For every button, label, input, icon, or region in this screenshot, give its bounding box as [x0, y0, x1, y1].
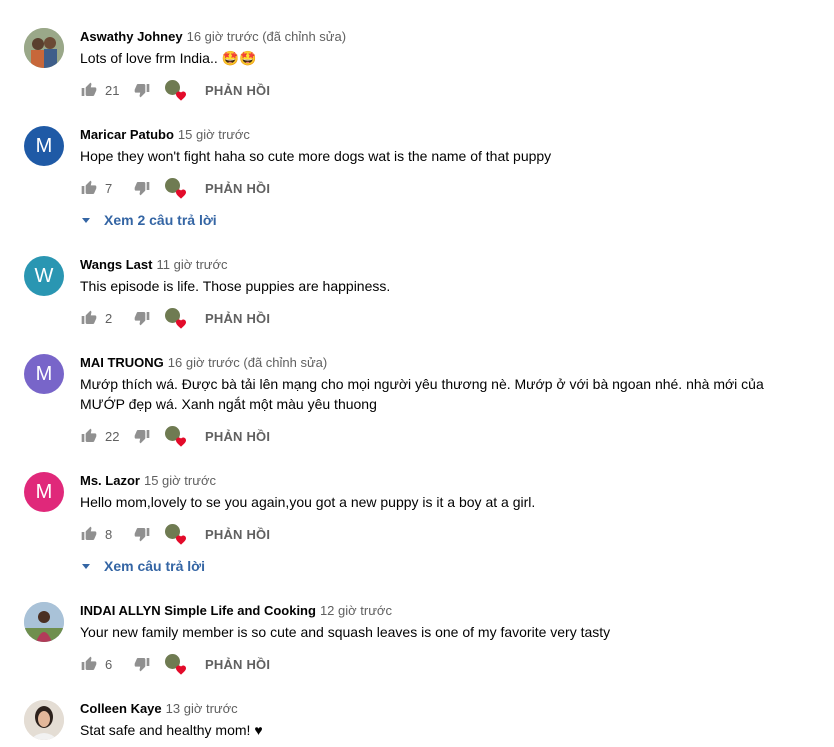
thumbs-down-icon[interactable] [133, 655, 151, 673]
comment-time[interactable]: 16 giờ trước (đã chỉnh sửa) [187, 29, 346, 44]
thumbs-down-icon[interactable] [133, 427, 151, 445]
avatar-letter: M [35, 134, 53, 157]
comment-time[interactable]: 13 giờ trước [166, 701, 238, 716]
view-replies-button[interactable]: Xem 2 câu trả lời [80, 210, 794, 230]
reply-button[interactable]: PHẢN HỒI [205, 83, 270, 98]
reply-button[interactable]: PHẢN HỒI [205, 429, 270, 444]
comment-author[interactable]: Maricar Patubo [80, 127, 174, 142]
comment-text: Mướp thích wá. Được bà tải lên mạng cho … [80, 376, 764, 412]
thumbs-up-icon[interactable] [80, 309, 98, 327]
creator-heart-icon [165, 308, 186, 329]
creator-heart-icon [165, 524, 186, 545]
avatar[interactable] [24, 700, 64, 740]
view-replies-label: Xem câu trả lời [104, 558, 205, 574]
comment-time[interactable]: 16 giờ trước (đã chỉnh sửa) [168, 355, 327, 370]
avatar[interactable]: M [24, 354, 64, 394]
thumbs-up-icon[interactable] [80, 179, 98, 197]
thumbs-down-icon[interactable] [133, 179, 151, 197]
caret-down-icon [82, 563, 90, 569]
comment-time[interactable]: 15 giờ trước [178, 127, 250, 142]
avatar[interactable]: W [24, 256, 64, 296]
view-replies-label: Xem 2 câu trả lời [104, 212, 217, 228]
caret-down-icon [82, 217, 90, 223]
avatar[interactable]: M [24, 472, 64, 512]
comment-text: Hope they won't fight haha so cute more … [80, 148, 552, 164]
avatar-letter: W [34, 264, 54, 287]
reply-button[interactable]: PHẢN HỒI [205, 657, 270, 672]
creator-heart-icon [165, 80, 186, 101]
thumbs-up-icon[interactable] [80, 525, 98, 543]
comment-time[interactable]: 11 giờ trước [156, 257, 227, 272]
like-count: 6 [105, 656, 113, 672]
avatar[interactable] [24, 602, 64, 642]
comment-author[interactable]: Wangs Last [80, 257, 152, 272]
comment-text: Your new family member is so cute and sq… [80, 624, 611, 640]
comment-text: Hello mom,lovely to se you again,you got… [80, 494, 536, 510]
thumbs-up-icon[interactable] [80, 655, 98, 673]
like-count: 2 [105, 310, 113, 326]
like-count: 22 [105, 428, 120, 444]
comment-text: Stat safe and healthy mom! ♥ [80, 722, 263, 738]
thumbs-down-icon[interactable] [133, 309, 151, 327]
comment-time[interactable]: 12 giờ trước [320, 603, 392, 618]
thumbs-up-icon[interactable] [80, 427, 98, 445]
view-replies-button[interactable]: Xem câu trả lời [80, 556, 794, 576]
comment-author[interactable]: Colleen Kaye [80, 701, 162, 716]
comment-author[interactable]: MAI TRUONG [80, 355, 164, 370]
comment-author[interactable]: Aswathy Johney [80, 29, 183, 44]
comment-text: This episode is life. Those puppies are … [80, 278, 391, 294]
comment-author[interactable]: INDAI ALLYN Simple Life and Cooking [80, 603, 316, 618]
avatar-letter: M [35, 480, 53, 503]
creator-heart-icon [165, 178, 186, 199]
like-count: 21 [105, 82, 120, 98]
reply-button[interactable]: PHẢN HỒI [205, 527, 270, 542]
thumbs-down-icon[interactable] [133, 81, 151, 99]
reply-button[interactable]: PHẢN HỒI [205, 181, 270, 196]
creator-heart-icon [165, 426, 186, 447]
avatar[interactable] [24, 28, 64, 68]
comment-text: Lots of love frm India.. 🤩🤩 [80, 50, 257, 66]
like-count: 7 [105, 180, 113, 196]
reply-button[interactable]: PHẢN HỒI [205, 311, 270, 326]
thumbs-down-icon[interactable] [133, 525, 151, 543]
comment-time[interactable]: 15 giờ trước [144, 473, 216, 488]
like-count: 8 [105, 526, 113, 542]
creator-heart-icon [165, 654, 186, 675]
comment-author[interactable]: Ms. Lazor [80, 473, 140, 488]
avatar[interactable]: M [24, 126, 64, 166]
avatar-letter: M [35, 362, 53, 385]
thumbs-up-icon[interactable] [80, 81, 98, 99]
